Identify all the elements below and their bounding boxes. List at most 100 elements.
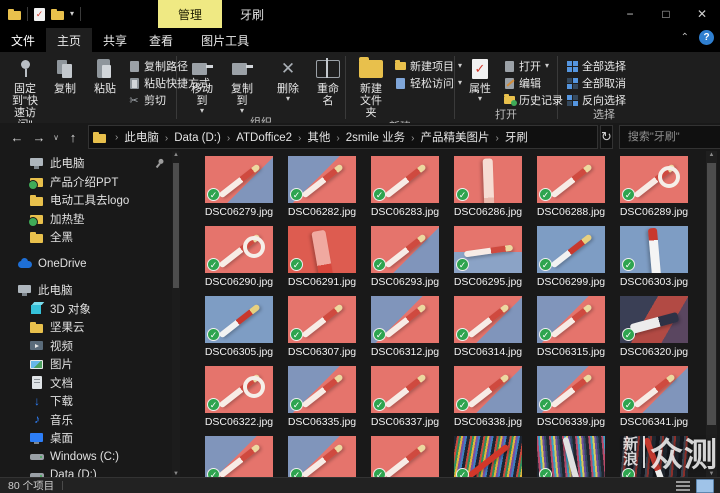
file-item[interactable]: ✓ DSC06338.jpg <box>454 366 537 436</box>
file-item[interactable]: ✓ DSC06293.jpg <box>371 226 454 296</box>
file-thumbnail[interactable]: ✓ <box>537 156 605 203</box>
file-item[interactable]: ✓ DSC06307.jpg <box>288 296 371 366</box>
sidebar-item[interactable]: 文档 <box>0 374 172 393</box>
file-thumbnail[interactable]: ✓ <box>371 296 439 343</box>
large-icons-view-button[interactable] <box>696 478 714 493</box>
folder-icon[interactable] <box>51 8 64 21</box>
sidebar-item[interactable]: 此电脑 <box>0 154 172 173</box>
pin-to-quick-access-button[interactable]: 固定到"快速访问" <box>6 56 44 132</box>
scroll-up-icon[interactable]: ▲ <box>706 151 717 159</box>
edit-button[interactable]: 编辑 <box>501 75 565 91</box>
maximize-button[interactable]: □ <box>648 0 684 28</box>
file-item[interactable]: ✓ DSC06315.jpg <box>537 296 620 366</box>
file-thumbnail[interactable]: ✓ <box>371 156 439 203</box>
file-item[interactable]: ✓ DSC06341.jpg <box>620 366 703 436</box>
file-thumbnail[interactable]: ✓ <box>620 226 688 273</box>
manage-contextual-tab[interactable]: 管理 <box>158 0 222 28</box>
file-thumbnail[interactable]: ✓ <box>288 226 356 273</box>
up-button[interactable]: ↑ <box>62 126 84 148</box>
chevron-down-icon[interactable]: ▾ <box>70 10 74 18</box>
file-item[interactable]: ✓ <box>537 436 620 478</box>
file-thumbnail[interactable]: ✓ <box>371 226 439 273</box>
search-input[interactable] <box>625 130 720 144</box>
file-item[interactable]: ✓ DSC06303.jpg <box>620 226 703 296</box>
file-item[interactable]: ✓ DSC06339.jpg <box>537 366 620 436</box>
file-thumbnail[interactable]: ✓ <box>454 156 522 203</box>
file-thumbnail[interactable]: ✓ <box>288 436 356 478</box>
file-item[interactable]: ✓ DSC06282.jpg <box>288 156 371 226</box>
file-thumbnail[interactable]: ✓ <box>205 296 273 343</box>
sidebar-item[interactable]: 视频 <box>0 337 172 356</box>
file-thumbnail[interactable]: ✓ <box>537 296 605 343</box>
new-folder-button[interactable]: 新建文件夹 <box>352 56 390 120</box>
breadcrumb-segment[interactable]: 其他 <box>305 132 332 144</box>
file-thumbnail[interactable]: ✓ <box>620 296 688 343</box>
file-item[interactable]: ✓ DSC06289.jpg <box>620 156 703 226</box>
file-thumbnail[interactable]: ✓ <box>454 436 522 478</box>
file-thumbnail[interactable]: ✓ <box>620 156 688 203</box>
file-thumbnail[interactable]: ✓ <box>288 366 356 413</box>
sidebar-item[interactable]: 图片 <box>0 355 172 374</box>
file-thumbnail[interactable]: ✓ <box>537 366 605 413</box>
file-item[interactable]: ✓ DSC06290.jpg <box>205 226 288 296</box>
minimize-button[interactable]: − <box>612 0 648 28</box>
file-item[interactable]: ✓ DSC06335.jpg <box>288 366 371 436</box>
file-item[interactable]: ✓ DSC06322.jpg <box>205 366 288 436</box>
file-thumbnail[interactable]: ✓ <box>537 226 605 273</box>
file-item[interactable]: ✓ <box>288 436 371 478</box>
sidebar-item[interactable]: ↓ 下载 <box>0 392 172 411</box>
details-view-button[interactable] <box>676 480 690 491</box>
file-thumbnail[interactable]: ✓ <box>454 366 522 413</box>
scrollbar-thumb[interactable] <box>173 163 179 288</box>
paste-button[interactable]: 粘贴 <box>86 56 124 96</box>
file-thumbnail[interactable]: ✓ <box>537 436 605 478</box>
file-item[interactable]: ✓ DSC06337.jpg <box>371 366 454 436</box>
back-button[interactable]: ← <box>6 126 28 148</box>
forward-button[interactable]: → <box>28 126 50 148</box>
new-item-button[interactable]: 新建项目 ▾ <box>392 58 464 74</box>
file-item[interactable]: ✓ DSC06279.jpg <box>205 156 288 226</box>
breadcrumb-segment[interactable]: ATDoffice2 <box>234 132 294 144</box>
breadcrumb-segment[interactable]: 牙刷 <box>503 132 530 144</box>
invert-selection-button[interactable]: 反向选择 <box>564 92 628 108</box>
sidebar-item[interactable]: OneDrive <box>0 255 172 274</box>
file-thumbnail[interactable]: ✓ <box>454 296 522 343</box>
tab-4[interactable]: 图片工具 <box>190 28 260 52</box>
file-thumbnail[interactable]: ✓ <box>288 296 356 343</box>
file-item[interactable]: ✓ DSC06299.jpg <box>537 226 620 296</box>
sidebar-item[interactable]: 加热垫 <box>0 210 172 229</box>
breadcrumb-segment[interactable]: 此电脑 <box>122 132 161 144</box>
select-all-button[interactable]: 全部选择 <box>564 58 628 74</box>
sidebar-scrollbar[interactable]: ▲ ▼ <box>172 151 180 478</box>
tab-1[interactable]: 主页 <box>46 28 93 52</box>
file-thumbnail[interactable]: ✓ <box>371 436 439 478</box>
copy-to-button[interactable]: 复制到 ▾ <box>223 56 261 116</box>
recent-locations-chevron[interactable]: ∨ <box>50 126 62 148</box>
sidebar-item[interactable]: 全黑 <box>0 228 172 247</box>
sidebar-item[interactable]: 电动工具去logo <box>0 191 172 210</box>
file-item[interactable]: ✓ DSC06295.jpg <box>454 226 537 296</box>
sidebar-item[interactable]: 坚果云 <box>0 318 172 337</box>
file-item[interactable]: ✓ <box>454 436 537 478</box>
file-item[interactable]: ✓ DSC06283.jpg <box>371 156 454 226</box>
sidebar-item[interactable]: 此电脑 <box>0 281 172 300</box>
file-thumbnail[interactable]: ✓ <box>620 366 688 413</box>
file-thumbnail[interactable]: ✓ <box>205 226 273 273</box>
close-button[interactable]: ✕ <box>684 0 720 28</box>
sidebar-item[interactable]: 3D 对象 <box>0 300 172 319</box>
copy-button[interactable]: 复制 <box>46 56 84 96</box>
collapse-ribbon-icon[interactable]: ⌃ <box>681 32 689 43</box>
open-button[interactable]: 打开 ▾ <box>501 58 565 74</box>
sidebar-item[interactable]: Windows (C:) <box>0 448 172 467</box>
file-item[interactable]: ✓ <box>205 436 288 478</box>
file-thumbnail[interactable]: ✓ <box>205 436 273 478</box>
scroll-up-icon[interactable]: ▲ <box>172 151 180 159</box>
folder-icon[interactable] <box>8 8 21 21</box>
breadcrumb-segment[interactable]: 产品精美图片 <box>418 132 491 144</box>
file-thumbnail[interactable]: ✓ <box>205 366 273 413</box>
file-item[interactable]: ✓ DSC06320.jpg <box>620 296 703 366</box>
file-item[interactable]: ✓ DSC06305.jpg <box>205 296 288 366</box>
easy-access-button[interactable]: 轻松访问 ▾ <box>392 75 464 91</box>
file-item[interactable]: ✓ DSC06314.jpg <box>454 296 537 366</box>
file-item[interactable]: ✓ DSC06291.jpg <box>288 226 371 296</box>
